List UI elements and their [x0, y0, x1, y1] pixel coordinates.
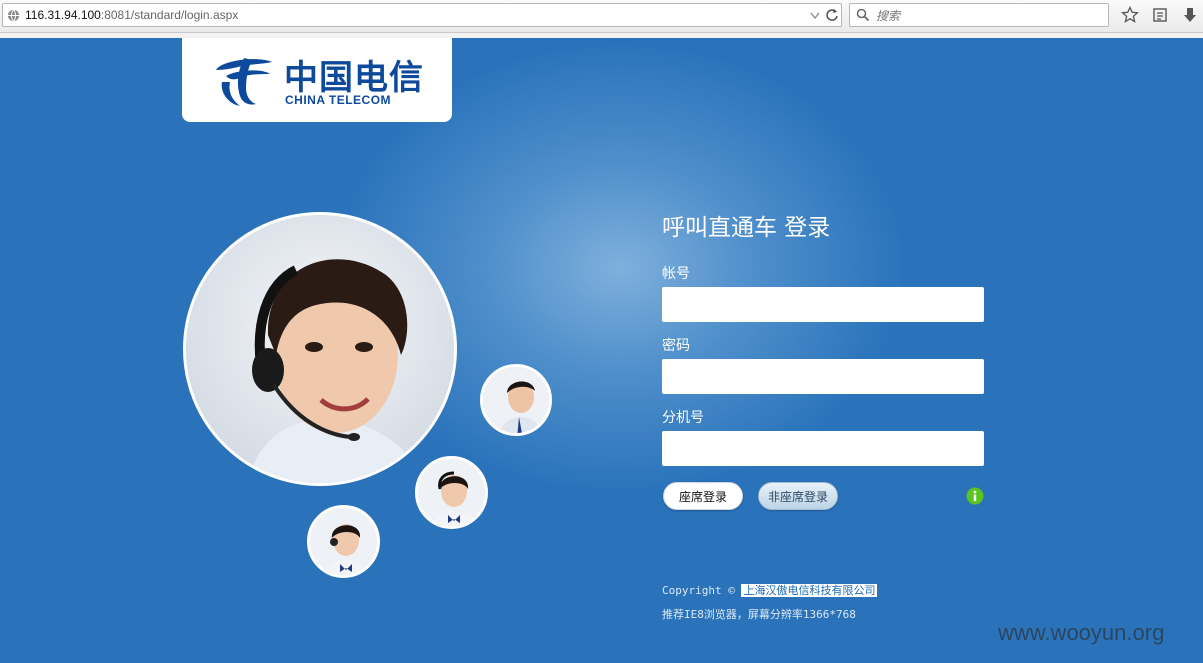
search-icon — [856, 8, 870, 22]
login-page: 中国电信 CHINA TELECOM 呼叫直通车 登录 帐号 密码 分机号 座席… — [0, 38, 1203, 663]
bookmark-star-icon[interactable] — [1121, 6, 1139, 24]
account-label: 帐号 — [662, 266, 690, 282]
logo-name-en: CHINA TELECOM — [285, 93, 392, 107]
url-path: :8081/standard/login.aspx — [100, 8, 239, 22]
non-agent-login-button[interactable]: 非座席登录 — [758, 482, 838, 510]
download-icon[interactable] — [1181, 6, 1199, 24]
password-label: 密码 — [662, 338, 690, 354]
extension-label: 分机号 — [662, 410, 704, 426]
extension-input[interactable] — [662, 431, 984, 466]
reload-icon[interactable] — [825, 8, 839, 22]
logo: 中国电信 CHINA TELECOM — [182, 38, 452, 122]
search-input[interactable] — [874, 6, 1106, 26]
agent-photo-female-3 — [307, 505, 380, 578]
agent-photo-male — [480, 364, 552, 436]
info-icon[interactable] — [966, 487, 984, 505]
watermark: www.wooyun.org — [998, 620, 1165, 645]
copyright: Copyright © 上海汉傲电信科技有限公司 — [662, 582, 878, 598]
bookmarks-menu-icon[interactable] — [1151, 6, 1169, 24]
browser-toolbar: 116.31.94.100:8081/standard/login.aspx — [0, 0, 1203, 33]
url-text[interactable]: 116.31.94.100:8081/standard/login.aspx — [25, 8, 238, 22]
search-bar[interactable] — [849, 3, 1109, 27]
company-link[interactable]: 上海汉傲电信科技有限公司 — [741, 584, 878, 597]
logo-name-cn: 中国电信 — [284, 58, 424, 98]
address-bar[interactable]: 116.31.94.100:8081/standard/login.aspx — [2, 3, 842, 27]
agent-photo-female-2 — [415, 456, 488, 529]
url-host: 116.31.94.100 — [25, 8, 101, 22]
globe-icon — [7, 9, 20, 22]
china-telecom-logo-icon — [216, 58, 272, 106]
copyright-prefix: Copyright © — [662, 584, 742, 597]
agent-photo-large — [183, 212, 457, 486]
chevron-down-icon[interactable] — [809, 9, 821, 21]
password-input[interactable] — [662, 359, 984, 394]
login-title: 呼叫直通车 登录 — [662, 215, 831, 241]
agent-login-button[interactable]: 座席登录 — [663, 482, 743, 510]
account-input[interactable] — [662, 287, 984, 322]
browser-recommendation: 推荐IE8浏览器，屏幕分辨率1366*768 — [662, 608, 856, 621]
